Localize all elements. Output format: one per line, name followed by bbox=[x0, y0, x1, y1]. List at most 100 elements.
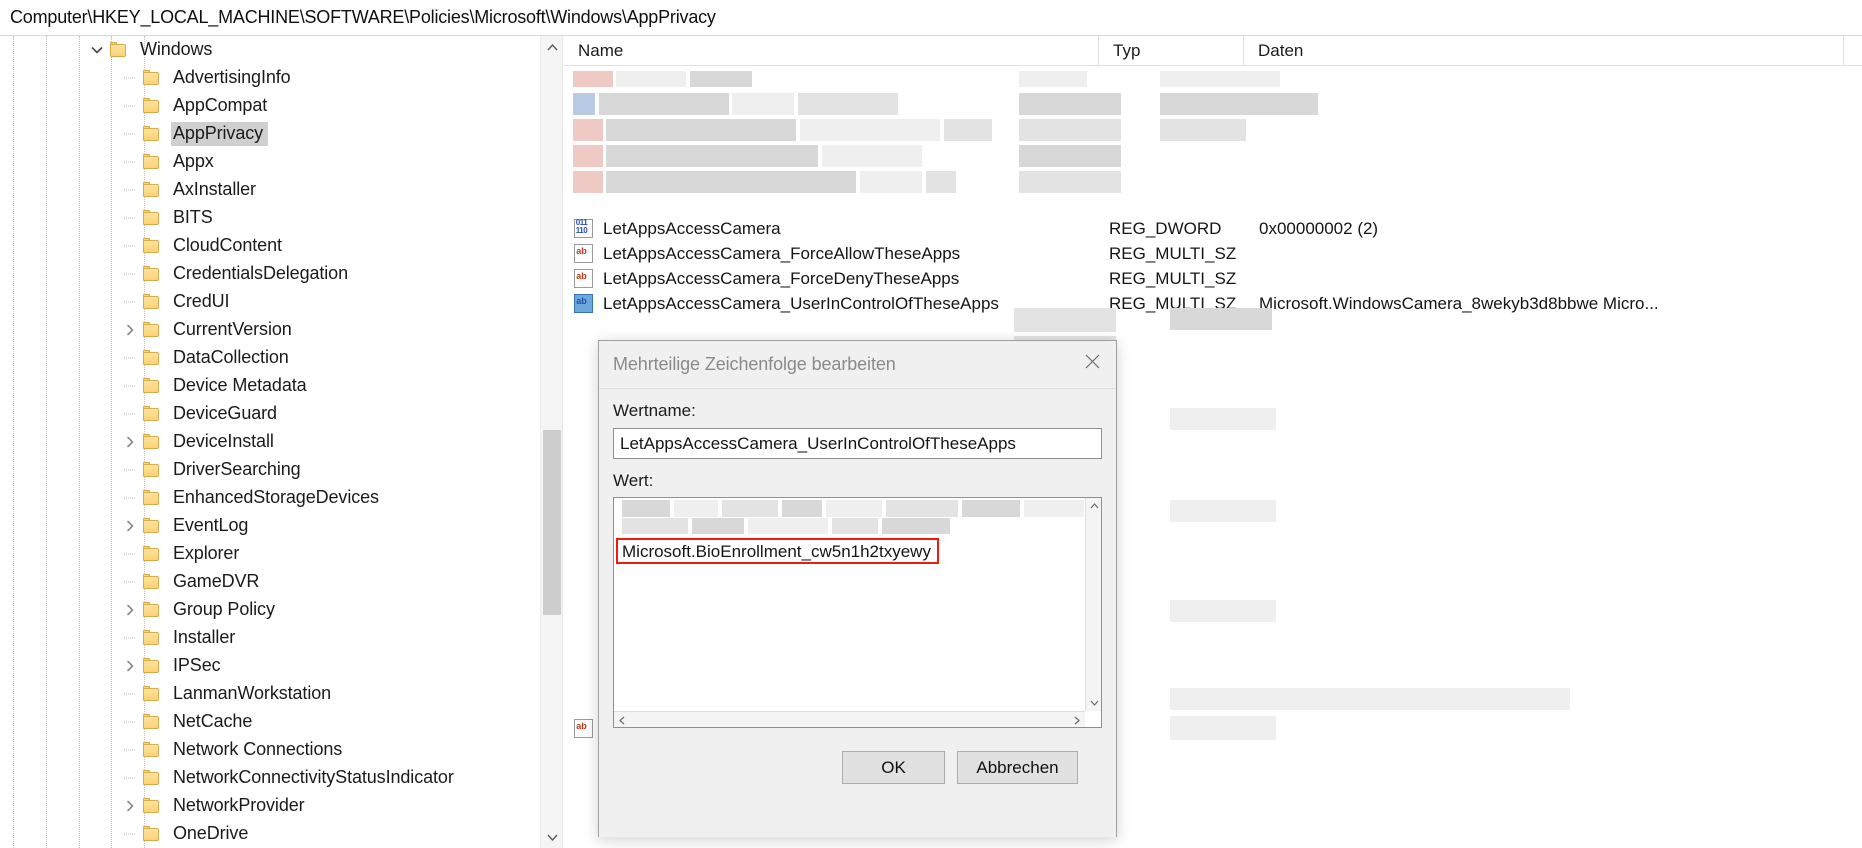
chevron-right-icon[interactable] bbox=[117, 652, 143, 680]
tree-connector bbox=[117, 624, 143, 652]
textarea-scroll-up-icon[interactable] bbox=[1086, 498, 1101, 514]
column-header-data[interactable]: Daten bbox=[1244, 36, 1844, 66]
folder-icon bbox=[143, 546, 162, 562]
folder-icon bbox=[143, 434, 162, 450]
tree-scrollbar[interactable] bbox=[540, 36, 562, 848]
folder-icon bbox=[143, 126, 162, 142]
tree-item-netcache[interactable]: NetCache bbox=[0, 708, 541, 736]
tree-connector bbox=[117, 344, 143, 372]
tree-item-label: IPSec bbox=[173, 655, 221, 675]
tree-item-appx[interactable]: Appx bbox=[0, 148, 541, 176]
tree-item-onedrive[interactable]: OneDrive bbox=[0, 820, 541, 848]
chevron-right-icon[interactable] bbox=[117, 596, 143, 624]
tree-item-appprivacy[interactable]: AppPrivacy bbox=[0, 120, 541, 148]
tree-item-group-policy[interactable]: Group Policy bbox=[0, 596, 541, 624]
tree-connector bbox=[117, 232, 143, 260]
textarea-scroll-down-icon[interactable] bbox=[1086, 695, 1101, 711]
edit-multi-string-dialog[interactable]: Mehrteilige Zeichenfolge bearbeiten Wert… bbox=[598, 340, 1117, 837]
tree-item-networkprovider[interactable]: NetworkProvider bbox=[0, 792, 541, 820]
value-type-cell: REG_MULTI_SZ bbox=[1109, 268, 1237, 288]
tree-connector bbox=[117, 204, 143, 232]
value-lines-container[interactable]: Microsoft.BioEnrollment_cw5n1h2txyewy bbox=[614, 498, 1085, 711]
column-header-name[interactable]: Name bbox=[564, 36, 1099, 66]
tree-item-bits[interactable]: BITS bbox=[0, 204, 541, 232]
chevron-right-icon[interactable] bbox=[117, 792, 143, 820]
textarea-scroll-left-icon[interactable] bbox=[614, 712, 630, 727]
tree-scroll-up-icon[interactable] bbox=[541, 36, 562, 58]
tree-item-device-metadata[interactable]: Device Metadata bbox=[0, 372, 541, 400]
tree-item-installer[interactable]: Installer bbox=[0, 624, 541, 652]
tree-item-deviceguard[interactable]: DeviceGuard bbox=[0, 400, 541, 428]
folder-icon bbox=[143, 294, 162, 310]
tree-item-label: CredUI bbox=[173, 291, 230, 311]
chevron-right-icon[interactable] bbox=[117, 512, 143, 540]
tree-item-label: LanmanWorkstation bbox=[173, 683, 332, 703]
tree-item-label: Group Policy bbox=[173, 599, 275, 619]
table-row[interactable]: 011 110 LetAppsAccessCamera REG_DWORD 0x0000… bbox=[564, 216, 1862, 241]
tree-item-lanmanworkstation[interactable]: LanmanWorkstation bbox=[0, 680, 541, 708]
chevron-right-icon[interactable] bbox=[117, 316, 143, 344]
tree-item-advertisinginfo[interactable]: AdvertisingInfo bbox=[0, 64, 541, 92]
string-value-icon: ab bbox=[573, 718, 595, 739]
tree-item-deviceinstall[interactable]: DeviceInstall bbox=[0, 428, 541, 456]
tree-item-windows[interactable]: Windows bbox=[0, 36, 541, 64]
value-line-highlighted[interactable]: Microsoft.BioEnrollment_cw5n1h2txyewy bbox=[616, 538, 939, 564]
close-icon[interactable] bbox=[1068, 341, 1116, 381]
tree-item-cloudcontent[interactable]: CloudContent bbox=[0, 232, 541, 260]
textarea-vertical-scrollbar[interactable] bbox=[1085, 498, 1101, 711]
tree-item-networkconnectivitystatusindicator[interactable]: NetworkConnectivityStatusIndicator bbox=[0, 764, 541, 792]
registry-path-text: Computer\HKEY_LOCAL_MACHINE\SOFTWARE\Pol… bbox=[10, 7, 716, 27]
tree-item-currentversion[interactable]: CurrentVersion bbox=[0, 316, 541, 344]
tree-item-label: CloudContent bbox=[173, 235, 282, 255]
tree-item-explorer[interactable]: Explorer bbox=[0, 540, 541, 568]
tree-item-enhancedstoragedevices[interactable]: EnhancedStorageDevices bbox=[0, 484, 541, 512]
values-column-header: Name Typ Daten bbox=[564, 36, 1862, 66]
tree-connector bbox=[117, 456, 143, 484]
registry-tree-list[interactable]: Windows AdvertisingInfo AppCompat AppPrivac… bbox=[0, 36, 541, 848]
folder-icon bbox=[110, 42, 129, 58]
tree-item-network-connections[interactable]: Network Connections bbox=[0, 736, 541, 764]
folder-icon bbox=[143, 378, 162, 394]
tree-item-credui[interactable]: CredUI bbox=[0, 288, 541, 316]
tree-connector bbox=[117, 764, 143, 792]
chevron-down-icon[interactable] bbox=[84, 36, 110, 64]
address-bar[interactable]: Computer\HKEY_LOCAL_MACHINE\SOFTWARE\Pol… bbox=[0, 0, 1862, 36]
tree-scroll-thumb[interactable] bbox=[543, 430, 561, 615]
cancel-button[interactable]: Abbrechen bbox=[957, 751, 1078, 784]
column-header-type[interactable]: Typ bbox=[1099, 36, 1244, 66]
value-label: Wert: bbox=[613, 471, 654, 490]
tree-connector bbox=[117, 372, 143, 400]
chevron-right-icon[interactable] bbox=[117, 428, 143, 456]
tree-item-axinstaller[interactable]: AxInstaller bbox=[0, 176, 541, 204]
table-row[interactable]: ab LetAppsAccessCamera_ForceAllowTheseApp… bbox=[564, 241, 1862, 266]
folder-icon bbox=[143, 154, 162, 170]
ok-button[interactable]: OK bbox=[842, 751, 945, 784]
folder-icon bbox=[143, 266, 162, 282]
value-multiline-textarea[interactable]: Microsoft.BioEnrollment_cw5n1h2txyewy bbox=[613, 497, 1102, 728]
redacted-region-top bbox=[564, 67, 1862, 217]
tree-item-label: DriverSearching bbox=[173, 459, 301, 479]
textarea-scroll-right-icon[interactable] bbox=[1069, 712, 1085, 727]
registry-tree-pane[interactable]: Windows AdvertisingInfo AppCompat AppPrivac… bbox=[0, 36, 563, 848]
tree-item-label: Explorer bbox=[173, 543, 240, 563]
tree-item-label: Network Connections bbox=[173, 739, 343, 759]
value-name-input[interactable] bbox=[613, 428, 1102, 459]
table-row[interactable]: ab LetAppsAccessCamera_ForceDenyTheseApps… bbox=[564, 266, 1862, 291]
tree-item-gamedvr[interactable]: GameDVR bbox=[0, 568, 541, 596]
tree-item-driversearching[interactable]: DriverSearching bbox=[0, 456, 541, 484]
folder-icon bbox=[143, 798, 162, 814]
tree-item-label: CurrentVersion bbox=[173, 319, 292, 339]
tree-item-datacollection[interactable]: DataCollection bbox=[0, 344, 541, 372]
tree-scroll-down-icon[interactable] bbox=[541, 826, 562, 848]
tree-item-label: Appx bbox=[173, 151, 214, 171]
tree-item-appcompat[interactable]: AppCompat bbox=[0, 92, 541, 120]
tree-item-label: AppPrivacy bbox=[171, 122, 269, 146]
string-value-icon: ab bbox=[573, 293, 595, 314]
value-type-cell: REG_MULTI_SZ bbox=[1109, 243, 1237, 263]
tree-item-label: BITS bbox=[173, 207, 213, 227]
textarea-horizontal-scrollbar[interactable] bbox=[614, 711, 1085, 727]
tree-item-ipsec[interactable]: IPSec bbox=[0, 652, 541, 680]
tree-item-label: CredentialsDelegation bbox=[173, 263, 349, 283]
tree-item-credentialsdelegation[interactable]: CredentialsDelegation bbox=[0, 260, 541, 288]
tree-item-eventlog[interactable]: EventLog bbox=[0, 512, 541, 540]
